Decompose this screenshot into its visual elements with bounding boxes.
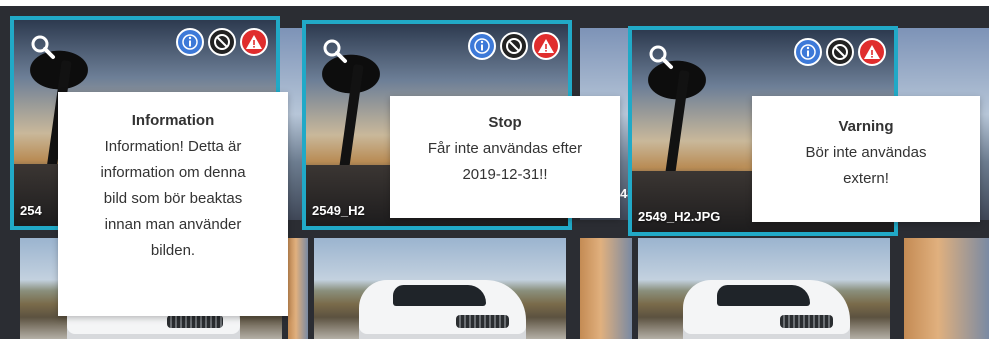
top-strip: [0, 0, 989, 6]
status-badges: [176, 28, 268, 56]
search-icon[interactable]: [30, 34, 56, 60]
stop-icon[interactable]: [208, 28, 236, 56]
tooltip-title: Information: [131, 112, 215, 129]
car-image: [683, 279, 850, 339]
image-thumbnail[interactable]: [288, 238, 308, 339]
warning-tooltip: Varning Bör inte användas extern!: [752, 96, 980, 222]
image-caption: 2549_H2: [312, 203, 365, 218]
info-tooltip: Information Information! Detta är inform…: [58, 92, 288, 316]
stop-icon[interactable]: [500, 32, 528, 60]
status-badges: [468, 32, 560, 60]
stop-tooltip: Stop Får inte användas efter 2019-12-31!…: [390, 96, 620, 218]
image-grid: 48 254: [0, 0, 989, 339]
image-caption: 254: [20, 203, 42, 218]
image-caption: 2549_H2.JPG: [638, 209, 721, 224]
info-icon[interactable]: [176, 28, 204, 56]
status-badges: [794, 38, 886, 66]
warning-icon[interactable]: [858, 38, 886, 66]
tooltip-body: Bör inte användas extern!: [805, 144, 927, 187]
image-thumbnail[interactable]: [314, 238, 566, 339]
warning-icon[interactable]: [240, 28, 268, 56]
tooltip-body: Information! Detta är information om den…: [100, 138, 246, 259]
car-image: [359, 279, 526, 339]
image-thumbnail[interactable]: [638, 238, 890, 339]
tooltip-body: Får inte användas efter 2019-12-31!!: [427, 140, 583, 183]
image-thumbnail[interactable]: [904, 238, 989, 339]
tooltip-title: Stop: [488, 114, 522, 131]
search-icon[interactable]: [648, 44, 674, 70]
warning-icon[interactable]: [532, 32, 560, 60]
tooltip-title: Varning: [838, 118, 894, 135]
search-icon[interactable]: [322, 38, 348, 64]
stop-icon[interactable]: [826, 38, 854, 66]
image-thumbnail[interactable]: [580, 238, 632, 339]
info-icon[interactable]: [468, 32, 496, 60]
info-icon[interactable]: [794, 38, 822, 66]
